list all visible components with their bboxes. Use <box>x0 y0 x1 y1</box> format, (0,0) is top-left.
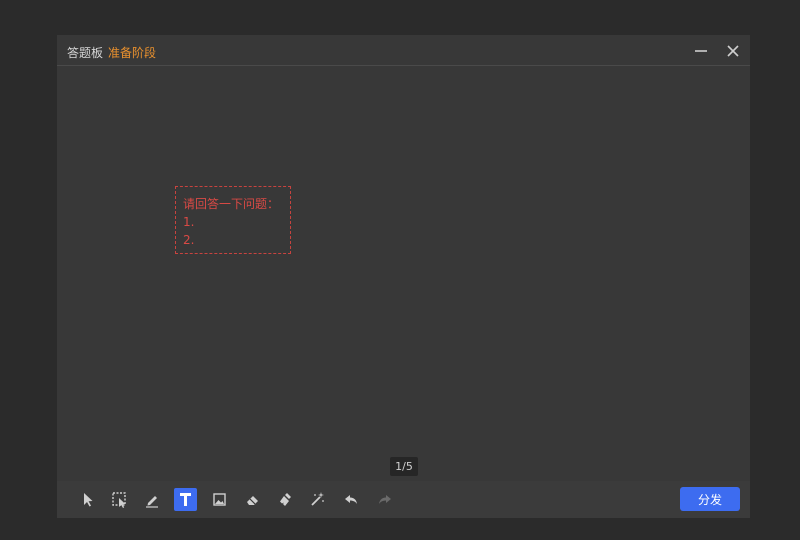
title-bar: 答题板 准备阶段 <box>57 35 750 66</box>
box-select-tool[interactable] <box>108 488 131 511</box>
question-line: 请回答一下问题： <box>183 197 280 211</box>
redo-button[interactable] <box>373 488 396 511</box>
minimize-button[interactable] <box>690 40 712 62</box>
question-text-box[interactable]: 请回答一下问题： 1. 2. <box>175 186 291 254</box>
undo-button[interactable] <box>340 488 363 511</box>
select-pointer-icon <box>84 493 93 507</box>
clear-brush-tool[interactable] <box>274 488 297 511</box>
box-select-icon <box>112 492 126 508</box>
close-button[interactable] <box>722 40 744 62</box>
stage-label: 准备阶段 <box>108 46 157 60</box>
pen-icon <box>146 496 158 508</box>
select-pointer-tool[interactable] <box>76 488 99 511</box>
image-icon <box>213 493 226 506</box>
toolbar: 分发 <box>57 481 750 518</box>
eraser-icon <box>247 496 258 505</box>
board-title: 答题板 <box>67 46 104 60</box>
text-tool[interactable] <box>174 488 197 511</box>
undo-icon <box>345 495 357 504</box>
distribute-button[interactable]: 分发 <box>680 487 740 511</box>
minimize-icon <box>695 50 707 52</box>
pen-tool[interactable] <box>141 488 164 511</box>
text-icon <box>180 493 191 506</box>
question-line: 2. <box>183 233 195 247</box>
magic-wand-tool[interactable] <box>306 488 329 511</box>
image-tool[interactable] <box>208 488 231 511</box>
question-line: 1. <box>183 215 195 229</box>
clear-brush-icon <box>280 493 291 506</box>
magic-wand-icon <box>311 492 324 506</box>
eraser-tool[interactable] <box>241 488 264 511</box>
redo-icon <box>379 495 391 504</box>
close-icon <box>727 45 739 57</box>
answer-board: 答题板 准备阶段 请回答一下问题： 1. 2. 1/5 分发 <box>57 35 750 518</box>
page-indicator: 1/5 <box>390 457 418 476</box>
